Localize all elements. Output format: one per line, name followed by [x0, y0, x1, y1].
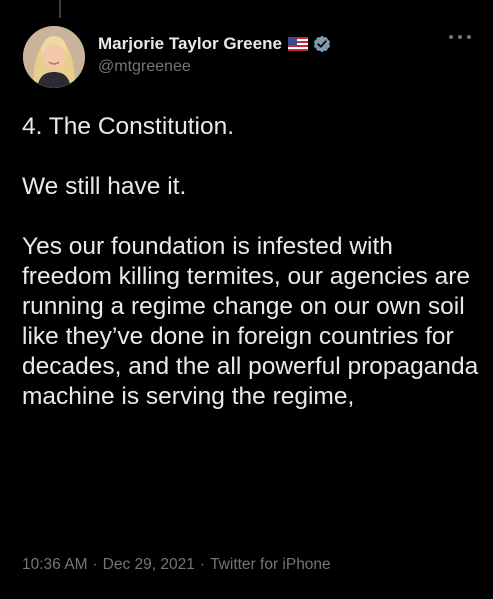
- verified-badge-icon: [313, 35, 331, 53]
- more-options-icon[interactable]: [449, 30, 471, 44]
- meta-separator: ·: [199, 556, 206, 573]
- more-dot: [458, 35, 462, 39]
- name-row: Marjorie Taylor Greene: [98, 33, 331, 55]
- meta-separator: ·: [92, 556, 98, 573]
- tweet-paragraph: Yes our foundation is infested with free…: [22, 233, 479, 410]
- avatar[interactable]: [23, 26, 85, 88]
- tweet-text: 4. The Constitution. We still have it. Y…: [22, 112, 482, 412]
- tweet-meta: 10:36 AM · Dec 29, 2021 · Twitter for iPhone: [22, 556, 331, 574]
- tweet-header: Marjorie Taylor Greene @mtgreenee: [23, 26, 475, 90]
- tweet-source[interactable]: Twitter for iPhone: [210, 556, 331, 573]
- tweet-paragraph: 4. The Constitution.: [22, 113, 235, 140]
- author-names: Marjorie Taylor Greene @mtgreenee: [98, 33, 331, 76]
- author-display-name[interactable]: Marjorie Taylor Greene: [98, 34, 282, 54]
- us-flag-icon: [287, 37, 308, 51]
- more-dot: [467, 35, 471, 39]
- tweet-paragraph: We still have it.: [22, 173, 187, 200]
- tweet-date[interactable]: Dec 29, 2021: [103, 556, 195, 573]
- more-dot: [449, 35, 453, 39]
- tweet-time[interactable]: 10:36 AM: [22, 556, 88, 573]
- author-handle[interactable]: @mtgreenee: [98, 58, 331, 76]
- tweet: Marjorie Taylor Greene @mtgreenee 4. The…: [0, 0, 493, 599]
- thread-connector-line: [59, 0, 61, 18]
